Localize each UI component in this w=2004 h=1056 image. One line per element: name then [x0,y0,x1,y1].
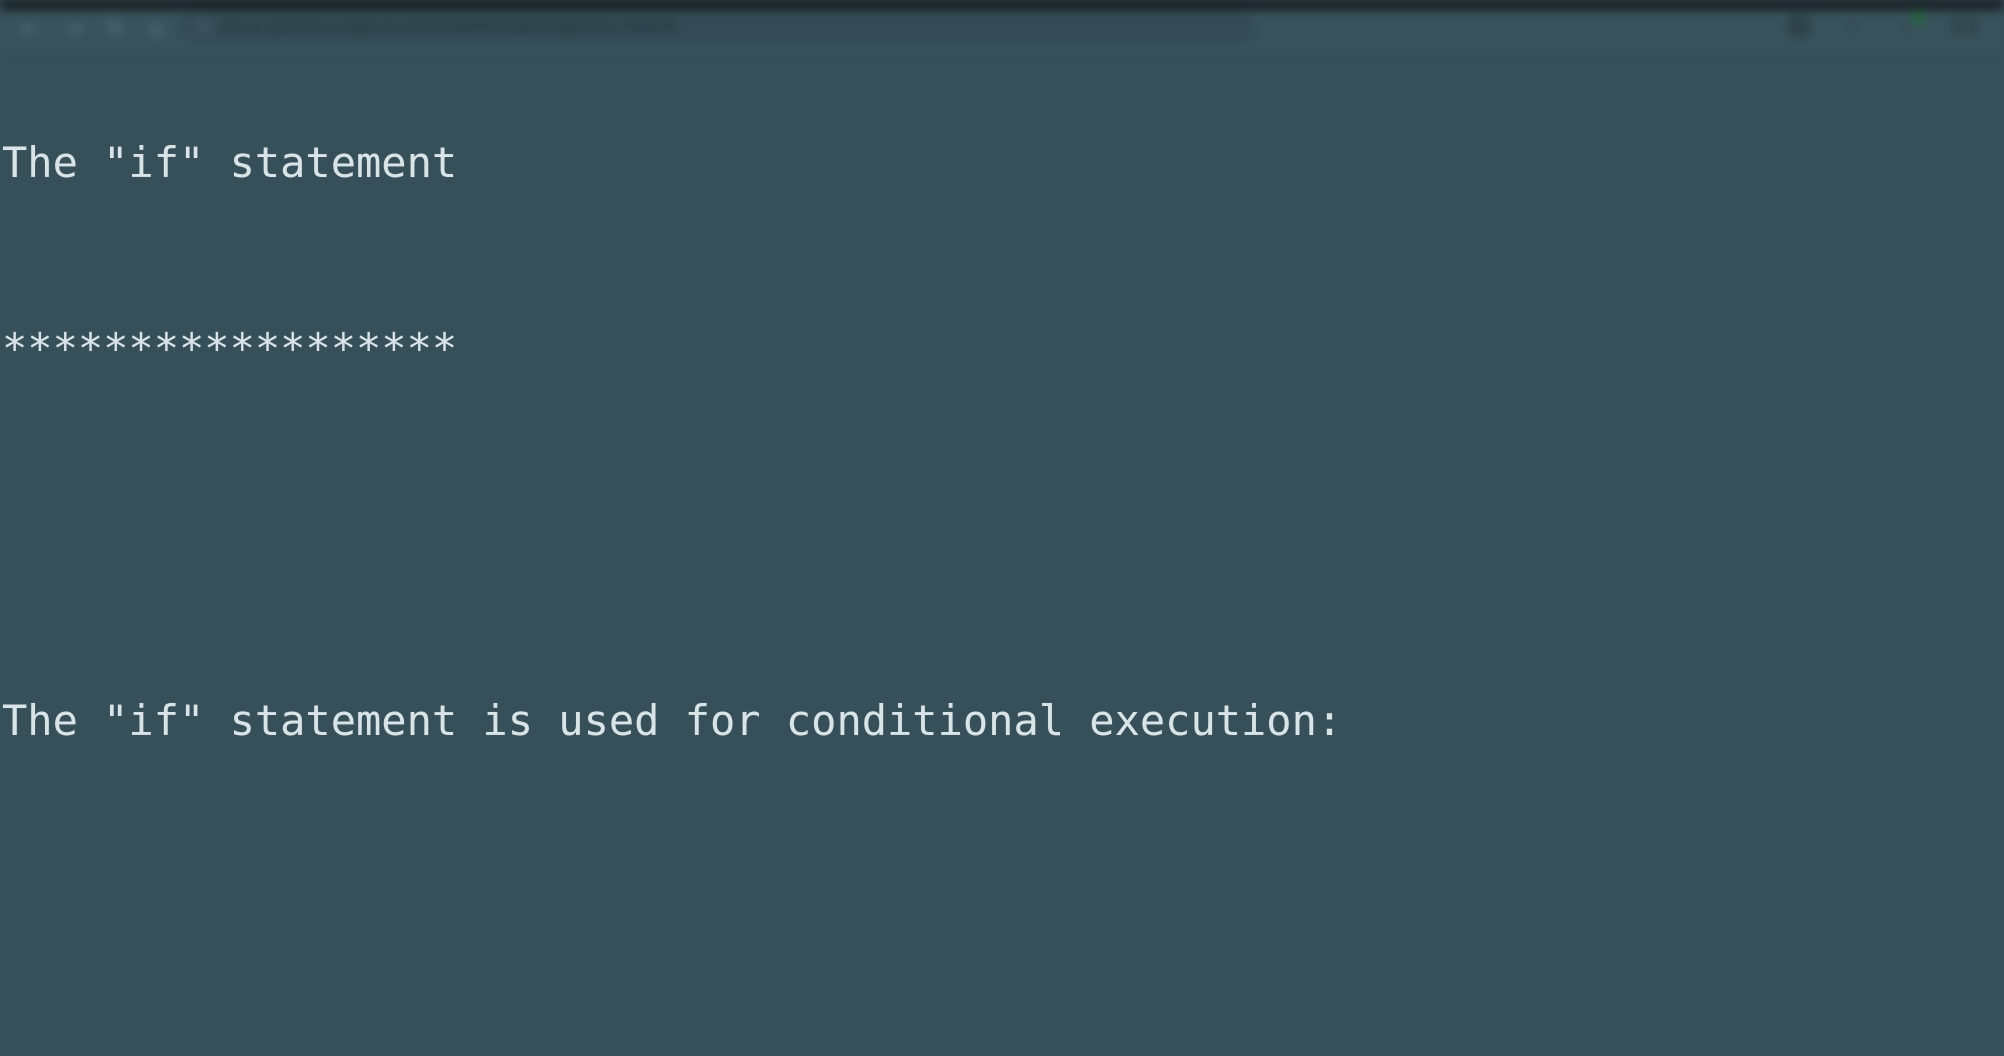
help-line-title: The "if" statement [2,138,458,187]
terminal-window: ← → ↻ ⌂ ⓘ docs.python.org/courses/2840/l… [0,0,2004,1056]
help-line-blank-2 [2,876,2004,938]
help-output-text: The "if" statement ****************** Th… [0,0,2004,1056]
help-line-underline: ****************** [2,324,458,373]
help-line-blank-1 [2,504,2004,566]
help-line-intro: The "if" statement is used for condition… [2,696,1343,745]
